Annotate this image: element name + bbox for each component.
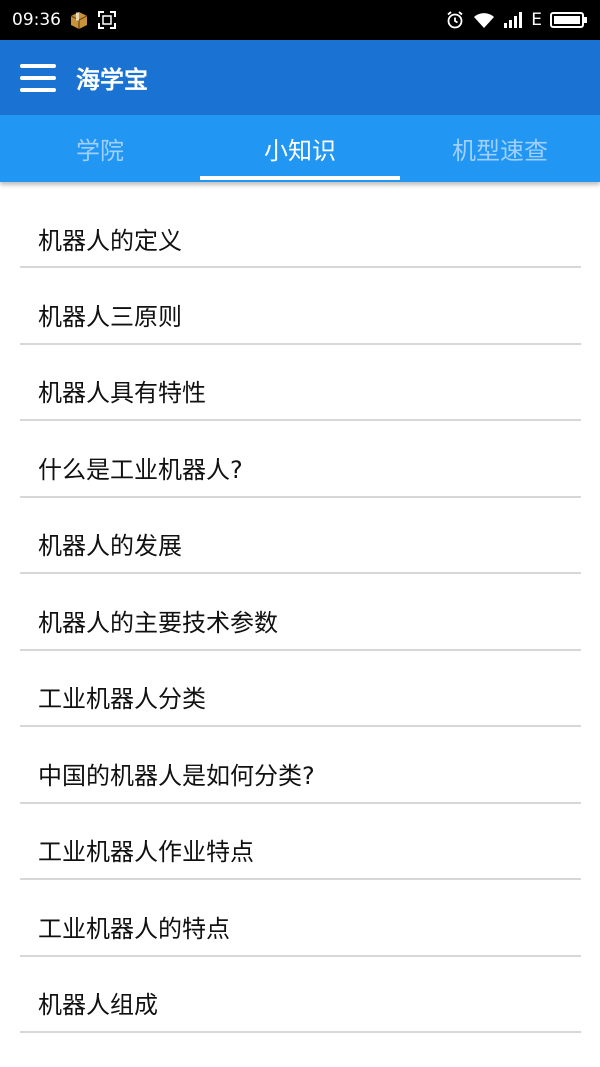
list-item-label: 机器人三原则 (38, 302, 182, 331)
list-item-label: 什么是工业机器人? (38, 455, 243, 484)
app-bar: 海学宝 (0, 40, 600, 115)
hamburger-menu-icon[interactable] (20, 63, 56, 92)
signal-icon (503, 12, 523, 28)
status-time: 09:36 (12, 10, 61, 30)
list-item-label: 中国的机器人是如何分类? (38, 761, 315, 790)
knowledge-list: 机器人的定义 机器人三原则 机器人具有特性 什么是工业机器人? 机器人的发展 机… (20, 190, 581, 1033)
status-left: 09:36 (12, 10, 117, 30)
list-item-label: 机器人的定义 (38, 226, 182, 255)
list-item-label: 工业机器人分类 (38, 685, 206, 714)
tab-model-lookup[interactable]: 机型速查 (400, 115, 600, 182)
package-icon (69, 10, 89, 30)
list-item[interactable]: 机器人的主要技术参数 (20, 574, 581, 651)
list-item-label: 工业机器人作业特点 (38, 838, 254, 867)
status-bar: 09:36 E (0, 0, 600, 40)
tab-label: 小知识 (264, 137, 336, 165)
tab-bar: 学院 小知识 机型速查 (0, 115, 600, 182)
list-item[interactable]: 工业机器人的特点 (20, 880, 581, 957)
tab-tips[interactable]: 小知识 (200, 115, 400, 182)
list-item[interactable]: 机器人三原则 (20, 268, 581, 345)
tab-label: 机型速查 (452, 137, 548, 165)
screenshot-icon (97, 10, 117, 30)
status-right: E (445, 10, 588, 30)
list-item-label: 机器人具有特性 (38, 379, 206, 408)
list-item[interactable]: 机器人具有特性 (20, 345, 581, 421)
alarm-icon (445, 10, 465, 30)
active-tab-indicator (200, 176, 400, 180)
app-title: 海学宝 (76, 66, 148, 94)
network-type-label: E (531, 10, 542, 30)
list-item-label: 工业机器人的特点 (38, 914, 230, 943)
wifi-icon (473, 11, 495, 29)
tab-label: 学院 (76, 137, 124, 165)
list-item[interactable]: 工业机器人分类 (20, 651, 581, 727)
list-item-label: 机器人的主要技术参数 (38, 608, 278, 637)
battery-icon (550, 11, 588, 29)
list-item[interactable]: 中国的机器人是如何分类? (20, 727, 581, 804)
list-item[interactable]: 机器人组成 (20, 957, 581, 1033)
list-item[interactable]: 什么是工业机器人? (20, 421, 581, 498)
list-item[interactable]: 机器人的定义 (20, 190, 581, 268)
tab-academy[interactable]: 学院 (0, 115, 200, 182)
list-item[interactable]: 工业机器人作业特点 (20, 804, 581, 880)
list-item-label: 机器人组成 (38, 991, 158, 1020)
list-item[interactable]: 机器人的发展 (20, 498, 581, 574)
list-item-label: 机器人的发展 (38, 532, 182, 561)
